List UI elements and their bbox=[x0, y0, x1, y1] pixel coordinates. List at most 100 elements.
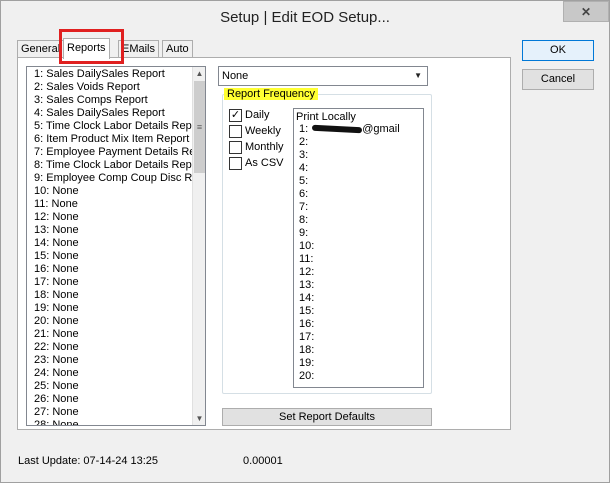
recipient-item[interactable]: 16: bbox=[299, 318, 423, 331]
recipient-item[interactable]: 12: bbox=[299, 266, 423, 279]
report-item[interactable]: 18: None bbox=[34, 289, 192, 302]
report-frequency-legend: Report Frequency bbox=[224, 88, 319, 100]
recipient-number: 15: bbox=[299, 305, 315, 317]
recipient-item[interactable]: 14: bbox=[299, 292, 423, 305]
recipient-number: 19: bbox=[299, 357, 315, 369]
recipient-item[interactable]: 10: bbox=[299, 240, 423, 253]
report-item[interactable]: 6: Item Product Mix Item Report bbox=[34, 133, 192, 146]
weekly-label: Weekly bbox=[245, 125, 281, 137]
tab-auto[interactable]: Auto bbox=[162, 40, 193, 58]
recipient-number: 6: bbox=[299, 188, 309, 200]
report-items: 1: Sales DailySales Report 2: Sales Voids… bbox=[27, 67, 192, 425]
daily-label: Daily bbox=[245, 109, 270, 121]
status-value: 0.00001 bbox=[243, 455, 283, 467]
set-report-defaults-button[interactable]: Set Report Defaults bbox=[222, 408, 432, 426]
monthly-checkbox[interactable]: Monthly bbox=[229, 140, 284, 154]
report-item[interactable]: 22: None bbox=[34, 341, 192, 354]
recipient-number: 16: bbox=[299, 318, 315, 330]
recipient-number: 11: bbox=[299, 253, 314, 265]
daily-checkbox[interactable]: ✓ Daily bbox=[229, 108, 269, 122]
scroll-down-icon[interactable]: ▼ bbox=[193, 412, 205, 425]
recipient-number: 1: bbox=[299, 123, 309, 135]
report-item[interactable]: 27: None bbox=[34, 406, 192, 419]
recipient-number: 5: bbox=[299, 175, 309, 187]
recipient-number: 17: bbox=[299, 331, 315, 343]
report-item[interactable]: 21: None bbox=[34, 328, 192, 341]
recipient-item[interactable]: 15: bbox=[299, 305, 423, 318]
report-item[interactable]: 12: None bbox=[34, 211, 192, 224]
ok-button[interactable]: OK bbox=[522, 40, 594, 61]
reports-tab-highlight bbox=[59, 29, 124, 64]
recipient-number: 20: bbox=[299, 370, 315, 382]
recipient-item[interactable]: 2: bbox=[299, 136, 423, 149]
report-item[interactable]: 9: Employee Comp Coup Disc Report bbox=[34, 172, 192, 185]
report-item[interactable]: 5: Time Clock Labor Details Report bbox=[34, 120, 192, 133]
recipient-number: 9: bbox=[299, 227, 309, 239]
report-item[interactable]: 10: None bbox=[34, 185, 192, 198]
recipient-item[interactable]: 7: bbox=[299, 201, 423, 214]
chevron-down-icon: ▼ bbox=[414, 71, 422, 80]
report-item[interactable]: 1: Sales DailySales Report bbox=[34, 68, 192, 81]
recipient-item[interactable]: 17: bbox=[299, 331, 423, 344]
scroll-thumb[interactable]: ≡ bbox=[194, 81, 205, 173]
recipient-number: 13: bbox=[299, 279, 315, 291]
report-item[interactable]: 19: None bbox=[34, 302, 192, 315]
recipient-item[interactable]: 5: bbox=[299, 175, 423, 188]
recipient-item[interactable]: 1: @gmail bbox=[299, 123, 423, 136]
email-suffix: @gmail bbox=[362, 123, 400, 135]
report-type-select[interactable]: None ▼ bbox=[218, 66, 428, 86]
recipient-item[interactable]: 4: bbox=[299, 162, 423, 175]
recipient-item[interactable]: 6: bbox=[299, 188, 423, 201]
csv-label: As CSV bbox=[245, 157, 284, 169]
report-item[interactable]: 24: None bbox=[34, 367, 192, 380]
weekly-checkbox[interactable]: Weekly bbox=[229, 124, 281, 138]
report-item[interactable]: 4: Sales DailySales Report bbox=[34, 107, 192, 120]
report-list-scrollbar[interactable]: ▲ ≡ ▼ bbox=[192, 67, 205, 425]
recipient-number: 8: bbox=[299, 214, 309, 226]
cancel-button[interactable]: Cancel bbox=[522, 69, 594, 90]
window-title: Setup | Edit EOD Setup... bbox=[220, 9, 390, 26]
recipient-item[interactable]: 8: bbox=[299, 214, 423, 227]
recipient-item[interactable]: 18: bbox=[299, 344, 423, 357]
report-item[interactable]: 7: Employee Payment Details Report bbox=[34, 146, 192, 159]
report-list[interactable]: 1: Sales DailySales Report 2: Sales Voids… bbox=[26, 66, 206, 426]
weekly-check-icon bbox=[229, 124, 242, 138]
report-item[interactable]: 3: Sales Comps Report bbox=[34, 94, 192, 107]
report-item[interactable]: 25: None bbox=[34, 380, 192, 393]
daily-check-icon: ✓ bbox=[229, 108, 242, 122]
recipient-number: 3: bbox=[299, 149, 309, 161]
tab-general[interactable]: General bbox=[17, 40, 65, 58]
recipient-item[interactable]: 3: bbox=[299, 149, 423, 162]
recipient-item[interactable]: 20: bbox=[299, 370, 423, 383]
recipient-item[interactable]: 9: bbox=[299, 227, 423, 240]
csv-check-icon bbox=[229, 156, 242, 170]
report-item[interactable]: 23: None bbox=[34, 354, 192, 367]
scroll-up-icon[interactable]: ▲ bbox=[193, 67, 205, 80]
report-item[interactable]: 11: None bbox=[34, 198, 192, 211]
report-item[interactable]: 2: Sales Voids Report bbox=[34, 81, 192, 94]
print-locally-item[interactable]: Print Locally bbox=[294, 109, 423, 123]
monthly-label: Monthly bbox=[245, 141, 284, 153]
report-item[interactable]: 13: None bbox=[34, 224, 192, 237]
report-item[interactable]: 8: Time Clock Labor Details Report bbox=[34, 159, 192, 172]
csv-checkbox[interactable]: As CSV bbox=[229, 156, 284, 170]
recipient-list[interactable]: Print Locally 1: @gmail 2: 3: 4: 5: 6: 7: 8: 9: 10… bbox=[293, 108, 424, 388]
recipient-number: 10: bbox=[299, 240, 315, 252]
report-item[interactable]: 20: None bbox=[34, 315, 192, 328]
tab-emails[interactable]: EMails bbox=[118, 40, 160, 58]
report-item[interactable]: 16: None bbox=[34, 263, 192, 276]
report-item[interactable]: 15: None bbox=[34, 250, 192, 263]
report-item[interactable]: 17: None bbox=[34, 276, 192, 289]
report-item[interactable]: 28: None bbox=[34, 419, 192, 425]
recipient-number: 14: bbox=[299, 292, 315, 304]
redacted-email bbox=[312, 124, 363, 134]
close-button[interactable]: ✕ bbox=[563, 1, 609, 22]
report-item[interactable]: 14: None bbox=[34, 237, 192, 250]
recipient-items: 1: @gmail 2: 3: 4: 5: 6: 7: 8: 9: 10: 11: 12: 13: 14: 1… bbox=[294, 123, 423, 383]
recipient-item[interactable]: 13: bbox=[299, 279, 423, 292]
report-item[interactable]: 26: None bbox=[34, 393, 192, 406]
recipient-item[interactable]: 11: bbox=[299, 253, 423, 266]
recipient-item[interactable]: 19: bbox=[299, 357, 423, 370]
recipient-number: 7: bbox=[299, 201, 309, 213]
report-type-value: None bbox=[222, 70, 249, 82]
